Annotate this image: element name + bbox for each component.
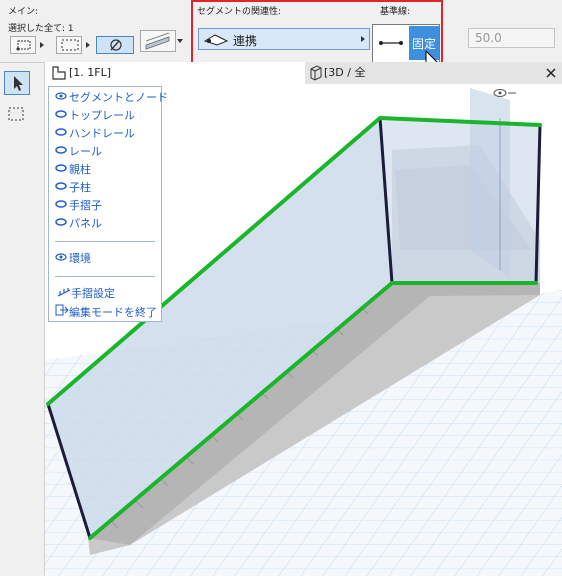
submenu-arrow-icon — [361, 36, 365, 42]
glass-panel-upper — [380, 118, 540, 283]
panel-item-label: ハンドレール — [69, 127, 135, 140]
panel-item-segments[interactable]: セグメントとノード — [55, 90, 168, 106]
tab-floor-plan[interactable]: [1. 1FL] — [45, 62, 305, 84]
plan-icon — [52, 66, 66, 80]
eye-icon — [55, 144, 69, 160]
panel-item-label: 環境 — [69, 252, 91, 265]
panel-item-newel[interactable]: 親柱 — [55, 162, 91, 178]
arrow-cursor-icon — [14, 76, 23, 91]
panel-item-label: 親柱 — [69, 163, 91, 176]
panel-item-baluster[interactable]: 手摺子 — [55, 198, 102, 214]
panel-item-post[interactable]: 子柱 — [55, 180, 91, 196]
marquee-icon — [61, 39, 79, 51]
panel-item-label: 手摺子 — [69, 199, 102, 212]
railing-settings-link[interactable]: 手摺設定 — [57, 286, 115, 302]
ref-line-label: 基準線: — [380, 7, 411, 17]
eye-icon — [55, 126, 69, 142]
panel-item-label: レール — [69, 145, 102, 158]
railing-panel: セグメントとノード トップレール ハンドレール レール 親柱 子柱 手摺子 パネ… — [48, 86, 168, 322]
select-all-label: 選択した全て: 1 — [8, 24, 74, 34]
panel-divider — [55, 276, 155, 277]
glass-panel-icon — [145, 32, 170, 50]
dropdown-arrow-icon[interactable] — [86, 42, 90, 48]
panel-item-panel[interactable]: パネル — [55, 216, 102, 232]
left-toolbox — [0, 63, 45, 576]
segment-assoc-label: セグメントの関連性: — [197, 7, 282, 17]
value-input[interactable] — [468, 28, 555, 48]
view-tab-bar: [1. 1FL] [3D / 全 — [45, 62, 562, 85]
floor-tab-label: [1. 1FL] — [69, 66, 112, 79]
exit-icon — [55, 304, 69, 321]
main-label: メイン: — [8, 7, 39, 17]
eye-icon — [55, 198, 69, 214]
exit-edit-mode-label: 編集モードを終了 — [69, 306, 157, 319]
arrow-tool-button[interactable] — [4, 71, 30, 95]
marquee-icon — [8, 107, 24, 121]
eye-icon — [55, 180, 69, 196]
eye-icon — [55, 90, 69, 106]
segment-assoc-dropdown[interactable]: 連携 — [198, 28, 370, 50]
railing-settings-icon — [57, 286, 71, 302]
panel-item-toprail[interactable]: トップレール — [55, 108, 135, 124]
eye-icon — [55, 108, 69, 124]
marquee-method-button[interactable] — [56, 36, 82, 54]
panel-item-label: トップレール — [69, 109, 135, 122]
cube-icon — [310, 65, 322, 81]
selection-method-button[interactable] — [10, 36, 36, 54]
marquee-tool-button[interactable] — [4, 103, 30, 127]
dropdown-arrow-icon[interactable] — [40, 42, 44, 48]
pick-icon — [16, 40, 31, 51]
linked-segment-icon — [203, 34, 229, 46]
panel-style-button[interactable] — [140, 30, 176, 52]
glass-panel-rear — [470, 88, 510, 278]
eye-icon — [55, 162, 69, 178]
exit-edit-mode-link[interactable]: 編集モードを終了 — [55, 304, 157, 320]
eye-icon — [55, 216, 69, 232]
segment-assoc-value: 連携 — [233, 34, 258, 48]
tab-3d[interactable]: [3D / 全 — [307, 62, 373, 84]
panel-divider — [55, 241, 155, 242]
view-tab-label: [3D / 全 — [324, 66, 366, 79]
panel-item-label: パネル — [69, 217, 102, 230]
fixed-line-icon — [379, 41, 403, 45]
panel-item-label: 子柱 — [69, 181, 91, 194]
magic-wand-button[interactable] — [96, 36, 134, 54]
panel-item-handrail[interactable]: ハンドレール — [55, 126, 135, 142]
panel-item-label: セグメントとノード — [69, 91, 168, 104]
eye-icon — [55, 251, 69, 267]
panel-item-rail[interactable]: レール — [55, 144, 102, 160]
panel-item-environment[interactable]: 環境 — [55, 251, 91, 267]
dropdown-arrow-icon[interactable] — [177, 39, 183, 43]
close-icon[interactable] — [545, 67, 557, 79]
railing-settings-label: 手摺設定 — [71, 287, 115, 300]
wand-icon — [110, 39, 122, 51]
